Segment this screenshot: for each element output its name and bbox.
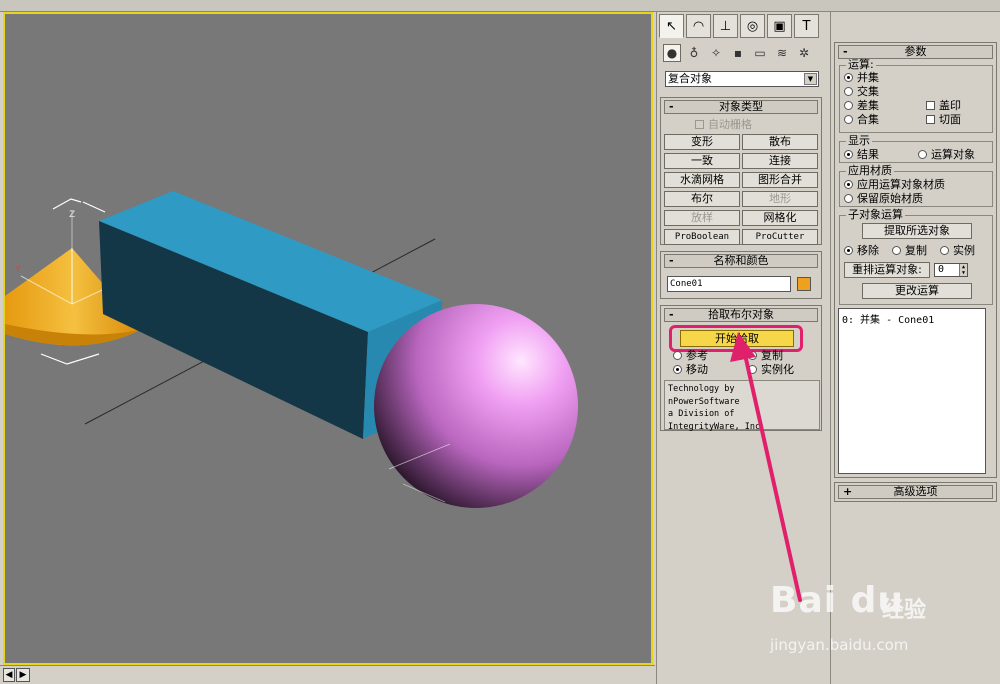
proboolean-button[interactable]: ProBoolean [664,229,740,245]
timeline-right-button[interactable]: ▶ [16,668,30,682]
blobmesh-button[interactable]: 水滴网格 [664,172,740,188]
object-name-input[interactable]: Cone01 [667,276,791,292]
sub-object-title: 子对象运算 [846,208,905,221]
watermark-jingyan: 经验 [882,598,927,623]
operation-group: 运算: 并集 交集 差集 合集 盖印 切面 [839,59,993,133]
connect-button[interactable]: 连接 [742,153,818,169]
advanced-options-header[interactable]: + 高级选项 [838,485,993,499]
mesher-button[interactable]: 网格化 [742,210,818,226]
apply-operand-material-radio[interactable]: 应用运算对象材质 [844,179,945,191]
sub-object-group: 子对象运算 提取所选对象 移除 复制 实例 重排运算对象: 0 ▲ ▼ 更改运算 [839,209,993,305]
operands-list[interactable]: 0: 并集 - Cone01 [838,308,986,474]
operation-title: 运算: [846,58,876,71]
modify-icon: ◠ [692,18,705,34]
intersection-radio[interactable]: 交集 [844,86,879,98]
display-group: 显示 结果 运算对象 [839,135,993,163]
create-icon: ↖ [666,18,677,34]
utilities-icon: T [802,18,811,34]
apply-material-group: 应用材质 应用运算对象材质 保留原始材质 [839,165,993,207]
technology-info: Technology by nPowerSoftware a Division … [664,380,820,432]
operands-radio[interactable]: 运算对象 [918,149,975,161]
retain-original-material-radio[interactable]: 保留原始材质 [844,193,923,205]
object-category-dropdown[interactable]: 复合对象 ▼ [665,71,819,87]
copy-sub-radio[interactable]: 复制 [892,245,927,257]
name-color-header[interactable]: - 名称和颜色 [664,254,818,268]
watermark-url: jingyan.baidu.com [770,636,909,654]
display-tab[interactable]: ▣ [767,14,792,38]
axis-label-z: Z [69,210,75,220]
pick-boolean-header[interactable]: - 拾取布尔对象 [664,308,818,322]
shapes-icon[interactable]: ♁ [685,44,703,62]
create-category-row: ● ♁ ✧ ▪ ▭ ≋ ✲ [663,44,813,66]
imprint-checkbox[interactable]: 盖印 [926,100,961,112]
perspective-viewport[interactable]: Y X Z [3,12,653,665]
dropdown-value: 复合对象 [668,72,712,85]
hierarchy-icon: ⊥ [719,18,732,34]
display-icon: ▣ [773,18,786,34]
reorder-operands-button[interactable]: 重排运算对象: [844,262,930,278]
motion-icon: ◎ [746,18,759,34]
viewport-scene: Y X Z [5,191,578,508]
extract-selected-button[interactable]: 提取所选对象 [862,223,972,239]
object-type-header[interactable]: - 对象类型 [664,100,818,114]
reorder-spinner[interactable]: 0 ▲ ▼ [934,263,968,277]
main-toolbar [0,0,1000,12]
object-type-rollout: - 对象类型 自动栅格 变形 散布 一致 连接 水滴网格 图形合并 布尔 地形 放… [660,97,822,245]
copy-radio[interactable]: 复制 [748,350,783,362]
timeline-bar: ◀ ▶ [0,665,655,684]
list-item[interactable]: 0: 并集 - Cone01 [842,311,982,326]
conform-button[interactable]: 一致 [664,153,740,169]
shapemerge-button[interactable]: 图形合并 [742,172,818,188]
create-tab[interactable]: ↖ [659,14,684,38]
timeline-left-button[interactable]: ◀ [3,668,15,682]
reference-radio[interactable]: 参考 [673,350,708,362]
boolean-button[interactable]: 布尔 [664,191,740,207]
autogrid-checkbox[interactable]: 自动栅格 [695,119,752,131]
parameters-header[interactable]: - 参数 [838,45,993,59]
spacewarps-icon[interactable]: ≋ [773,44,791,62]
union-radio[interactable]: 并集 [844,72,879,84]
axis-label-y: Y [14,265,21,275]
instance-sub-radio[interactable]: 实例 [940,245,975,257]
baidu-watermark: Bai du 经验 jingyan.baidu.com [770,580,970,660]
geometry-icon[interactable]: ● [663,44,681,62]
morph-button[interactable]: 变形 [664,134,740,150]
hierarchy-tab[interactable]: ⊥ [713,14,738,38]
systems-icon[interactable]: ✲ [795,44,813,62]
annotation-highlight-ring [669,325,803,352]
instance-radio[interactable]: 实例化 [748,364,794,376]
object-color-swatch[interactable] [797,277,811,291]
pick-boolean-rollout: - 拾取布尔对象 开始拾取 参考 复制 移动 实例化 Technology by … [660,305,822,432]
result-radio[interactable]: 结果 [844,149,879,161]
apply-material-title: 应用材质 [846,164,894,177]
motion-tab[interactable]: ◎ [740,14,765,38]
sphere-object [374,304,578,508]
utilities-tab[interactable]: T [794,14,819,38]
display-title: 显示 [846,134,872,147]
name-color-rollout: - 名称和颜色 Cone01 [660,251,822,299]
lights-icon[interactable]: ✧ [707,44,725,62]
helpers-icon[interactable]: ▭ [751,44,769,62]
subtraction-radio[interactable]: 差集 [844,100,879,112]
chevron-down-icon: ▼ [804,73,817,85]
loft-button[interactable]: 放样 [664,210,740,226]
advanced-options-rollout: + 高级选项 [834,482,997,502]
change-operation-button[interactable]: 更改运算 [862,283,972,299]
terrain-button[interactable]: 地形 [742,191,818,207]
move-radio[interactable]: 移动 [673,364,708,376]
command-panel-tabs: ↖ ◠ ⊥ ◎ ▣ T [659,14,819,40]
procutter-button[interactable]: ProCutter [742,229,818,245]
cameras-icon[interactable]: ▪ [729,44,747,62]
modify-tab[interactable]: ◠ [686,14,711,38]
remove-radio[interactable]: 移除 [844,245,879,257]
cookie-checkbox[interactable]: 切面 [926,114,961,126]
scatter-button[interactable]: 散布 [742,134,818,150]
merge-radio[interactable]: 合集 [844,114,879,126]
